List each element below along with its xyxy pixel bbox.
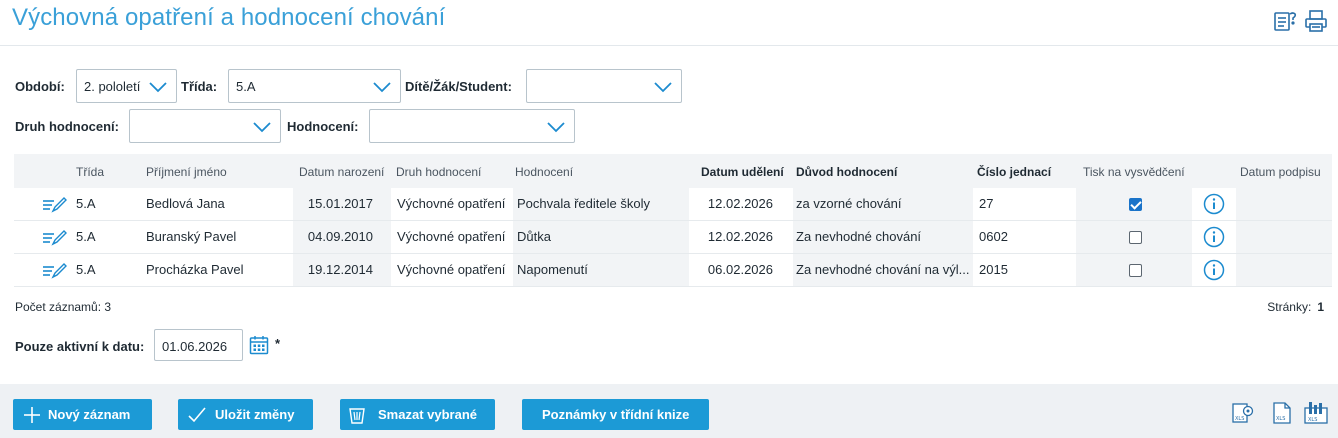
info-icon[interactable] (1203, 226, 1225, 248)
calendar-icon[interactable] (249, 335, 269, 355)
edit-icon[interactable] (42, 230, 68, 246)
cell-ref: 2015 (979, 262, 1008, 277)
chevron-down-icon (149, 82, 167, 93)
chevron-down-icon (654, 82, 672, 93)
page-title: Výchovná opatření a hodnocení chování (12, 4, 446, 31)
header-granted[interactable]: Datum udělení (701, 165, 784, 179)
print-checkbox[interactable] (1129, 231, 1142, 244)
header-rating[interactable]: Hodnocení (515, 165, 573, 179)
cell-signed (1236, 221, 1332, 253)
title-bar: Výchovná opatření a hodnocení chování (0, 0, 1338, 46)
rating-label: Hodnocení: (287, 119, 359, 134)
cell-rating: Pochvala ředitele školy (513, 188, 689, 220)
cell-name: Procházka Pavel (146, 262, 244, 277)
active-date-label: Pouze aktivní k datu: (15, 339, 145, 354)
rating-type-select[interactable] (129, 109, 281, 143)
cell-type: Výchovné opatření (397, 196, 506, 211)
header-birth[interactable]: Datum narození (299, 165, 384, 179)
cell-birth: 15.01.2017 (293, 188, 391, 220)
cell-ref: 0602 (979, 229, 1008, 244)
header-class[interactable]: Třída (76, 165, 104, 179)
cell-name: Buranský Pavel (146, 229, 237, 244)
cell-signed (1236, 188, 1332, 220)
print-icon[interactable] (1304, 9, 1328, 33)
period-label: Období: (15, 79, 65, 94)
info-icon[interactable] (1203, 259, 1225, 281)
svg-text:XLS: XLS (1308, 417, 1317, 423)
save-changes-button[interactable]: Uložit změny (178, 399, 313, 430)
export-xls-settings-icon[interactable]: XLS (1230, 400, 1256, 426)
export-chart-icon[interactable]: XLS (1303, 400, 1329, 426)
svg-text:XLS: XLS (1235, 416, 1244, 422)
header-name[interactable]: Příjmení jméno (146, 165, 227, 179)
cell-reason: Za nevhodné chování na výl... (793, 254, 973, 286)
records-table: Třída Příjmení jméno Datum narození Druh… (14, 154, 1332, 287)
rating-type-label: Druh hodnocení: (15, 119, 119, 134)
cell-birth: 04.09.2010 (293, 221, 391, 253)
class-label: Třída: (181, 79, 218, 94)
cell-class: 5.A (76, 229, 96, 244)
svg-text:XLS: XLS (1276, 416, 1285, 422)
edit-icon[interactable] (42, 197, 68, 213)
cell-reason: Za nevhodné chování (793, 221, 973, 253)
active-date-input[interactable]: 01.06.2026 (154, 329, 243, 361)
class-book-notes-label: Poznámky v třídní knize (542, 407, 690, 422)
new-record-label: Nový záznam (48, 407, 131, 422)
active-date-value: 01.06.2026 (162, 339, 228, 354)
child-select[interactable] (526, 69, 682, 103)
chevron-down-icon (547, 122, 565, 133)
pages-label: Stránky: (1267, 300, 1312, 314)
edit-icon[interactable] (42, 263, 68, 279)
print-checkbox[interactable] (1129, 198, 1142, 211)
chevron-down-icon (373, 82, 391, 93)
header-type[interactable]: Druh hodnocení (396, 165, 481, 179)
header-reason[interactable]: Důvod hodnocení (796, 165, 897, 179)
cell-rating: Napomenutí (513, 254, 689, 286)
export-xls-icon[interactable]: XLS (1269, 400, 1295, 426)
page-number[interactable]: 1 (1317, 300, 1324, 314)
rating-select[interactable] (369, 109, 575, 143)
delete-selected-button[interactable]: Smazat vybrané (340, 399, 495, 430)
cell-signed (1236, 254, 1332, 286)
save-changes-label: Uložit změny (215, 407, 295, 422)
required-mark: * (275, 336, 281, 351)
cell-ref: 27 (979, 196, 994, 211)
record-count: Počet záznamů: 3 (15, 300, 112, 314)
cell-class: 5.A (76, 196, 96, 211)
cell-class: 5.A (76, 262, 96, 277)
plus-icon (24, 407, 40, 423)
cell-granted: 12.02.2026 (707, 196, 773, 211)
table-row[interactable]: 5.A Bedlová Jana 15.01.2017 Výchovné opa… (14, 188, 1332, 221)
period-value: 2. pololetí (84, 79, 141, 94)
chevron-down-icon (253, 122, 271, 133)
cell-granted: 12.02.2026 (707, 229, 773, 244)
child-label: Dítě/Žák/Student: (405, 79, 512, 94)
header-print[interactable]: Tisk na vysvědčení (1083, 165, 1185, 179)
new-record-button[interactable]: Nový záznam (13, 399, 152, 430)
help-list-icon[interactable] (1273, 9, 1297, 33)
cell-granted: 06.02.2026 (707, 262, 773, 277)
period-select[interactable]: 2. pololetí (76, 69, 177, 103)
check-icon (188, 407, 206, 423)
print-checkbox[interactable] (1129, 264, 1142, 277)
class-select[interactable]: 5.A (228, 69, 401, 103)
header-ref[interactable]: Číslo jednací (977, 165, 1051, 179)
cell-name: Bedlová Jana (146, 196, 225, 211)
cell-rating: Důtka (513, 221, 689, 253)
table-row[interactable]: 5.A Procházka Pavel 19.12.2014 Výchovné … (14, 254, 1332, 287)
cell-type: Výchovné opatření (397, 229, 506, 244)
table-row[interactable]: 5.A Buranský Pavel 04.09.2010 Výchovné o… (14, 221, 1332, 254)
trash-icon (349, 408, 365, 424)
bottom-toolbar: Nový záznam Uložit změny Smazat vybrané … (0, 384, 1338, 438)
cell-type: Výchovné opatření (397, 262, 506, 277)
cell-birth: 19.12.2014 (293, 254, 391, 286)
pagination: Stránky: 1 (1267, 300, 1324, 314)
delete-selected-label: Smazat vybrané (378, 407, 477, 422)
class-value: 5.A (236, 79, 256, 94)
info-icon[interactable] (1203, 193, 1225, 215)
table-header: Třída Příjmení jméno Datum narození Druh… (14, 154, 1332, 188)
cell-reason: za vzorné chování (793, 188, 973, 220)
class-book-notes-button[interactable]: Poznámky v třídní knize (522, 399, 709, 430)
header-signed[interactable]: Datum podpisu (1240, 165, 1321, 179)
